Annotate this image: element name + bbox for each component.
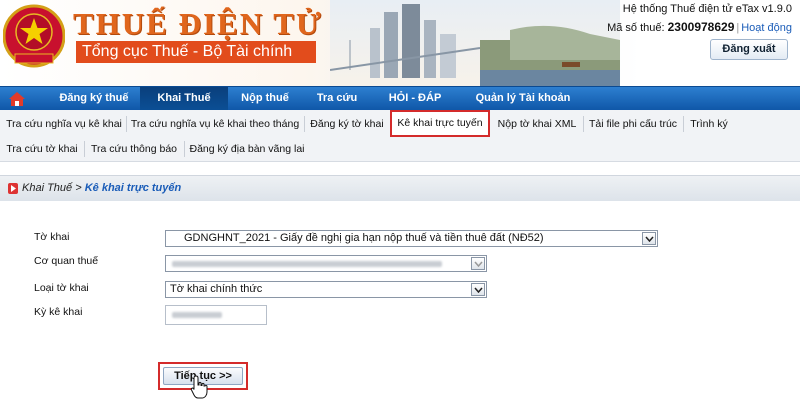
declaration-type-label: Loại tờ khai	[34, 282, 89, 294]
breadcrumb: Khai Thuế > Kê khai trực tuyến	[0, 175, 800, 201]
nav-quan-ly-tai-khoan[interactable]: Quản lý Tài khoản	[458, 87, 588, 111]
subnav-nop-to-khai-xml[interactable]: Nộp tờ khai XML	[494, 114, 580, 134]
redacted-value	[172, 261, 442, 267]
subnav-tra-cuu-thong-bao[interactable]: Tra cứu thông báo	[88, 139, 180, 159]
subnav-tra-cuu-to-khai[interactable]: Tra cứu tờ khai	[5, 139, 79, 159]
nav-khai-thue[interactable]: Khai Thuế	[140, 87, 228, 111]
redacted-value	[172, 312, 222, 318]
breadcrumb-arrow-icon	[8, 183, 18, 194]
header-banner: THUẾ ĐIỆN TỬ Tổng cục Thuế - Bộ Tài chín…	[0, 0, 800, 86]
tax-code-value: 2300978629	[667, 20, 735, 34]
dropdown-arrow-icon	[471, 257, 485, 270]
main-nav: Đăng ký thuế Khai Thuế Nộp thuế Tra cứu …	[0, 86, 800, 111]
dropdown-arrow-icon	[471, 283, 485, 296]
sub-nav: Tra cứu nghĩa vụ kê khai Tra cứu nghĩa v…	[0, 110, 800, 162]
subnav-dang-ky-to-khai[interactable]: Đăng ký tờ khai	[308, 114, 386, 134]
tax-code-label: Mã số thuế:	[607, 22, 665, 34]
logout-button[interactable]: Đăng xuất	[710, 39, 788, 60]
dropdown-arrow-icon	[642, 232, 656, 245]
tax-office-label: Cơ quan thuế	[34, 255, 99, 267]
subnav-tra-cuu-theo-thang[interactable]: Tra cứu nghĩa vụ kê khai theo tháng	[130, 114, 300, 134]
declaration-type-value: Tờ khai chính thức	[170, 283, 263, 295]
declaration-select[interactable]: GDNGHNT_2021 - Giấy đề nghị gia hạn nộp …	[165, 230, 658, 247]
declaration-select-value: GDNGHNT_2021 - Giấy đề nghị gia hạn nộp …	[184, 232, 544, 244]
brand-subtitle: Tổng cục Thuế - Bộ Tài chính	[76, 41, 316, 63]
system-name: Hệ thống Thuế điện tử eTax v1.9.0	[622, 3, 792, 15]
tax-office-select[interactable]	[165, 255, 487, 272]
nav-tra-cuu[interactable]: Tra cứu	[302, 87, 372, 111]
national-emblem-icon	[3, 4, 65, 68]
nav-hoi-dap[interactable]: HỎI - ĐÁP	[372, 87, 458, 111]
activity-link[interactable]: Hoạt động	[741, 22, 792, 34]
period-label: Kỳ kê khai	[34, 306, 83, 318]
tax-code-row: Mã số thuế: 2300978629 | Hoạt động	[607, 20, 792, 34]
breadcrumb-separator: >	[75, 182, 82, 194]
city-skyline-image	[330, 0, 620, 86]
declaration-label: Tờ khai	[34, 231, 70, 243]
nav-dang-ky-thue[interactable]: Đăng ký thuế	[48, 87, 140, 111]
home-icon[interactable]	[8, 90, 26, 108]
subnav-tra-cuu-nghia-vu[interactable]: Tra cứu nghĩa vụ kê khai	[5, 114, 123, 134]
period-input[interactable]	[165, 305, 267, 325]
declaration-type-select[interactable]: Tờ khai chính thức	[165, 281, 487, 298]
hand-cursor-icon	[190, 375, 208, 399]
brand-title: THUẾ ĐIỆN TỬ	[73, 6, 323, 41]
subnav-dang-ky-dia-ban-vang-lai[interactable]: Đăng ký địa bàn vãng lai	[188, 139, 306, 159]
subnav-trinh-ky[interactable]: Trình ký	[687, 114, 731, 134]
nav-nop-thue[interactable]: Nộp thuế	[228, 87, 302, 111]
breadcrumb-parent[interactable]: Khai Thuế	[22, 182, 72, 194]
subnav-ke-khai-truc-tuyen[interactable]: Kê khai trực tuyến	[390, 110, 490, 137]
subnav-tai-file-phi-cau-truc[interactable]: Tải file phi cấu trúc	[587, 114, 679, 134]
breadcrumb-current: Kê khai trực tuyến	[84, 182, 182, 194]
